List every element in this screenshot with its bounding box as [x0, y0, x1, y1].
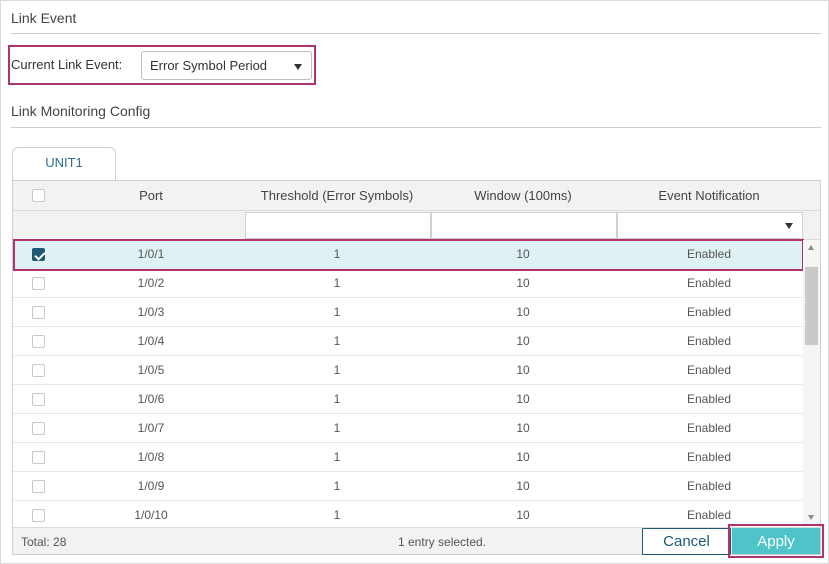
column-header-port[interactable]: Port	[69, 188, 233, 203]
current-link-event-label: Current Link Event:	[11, 57, 123, 72]
select-all-checkbox[interactable]	[32, 189, 45, 202]
event-notification-filter-select[interactable]	[617, 212, 803, 239]
table-header: Port Threshold (Error Symbols) Window (1…	[13, 181, 820, 211]
threshold-cell: 1	[333, 392, 341, 406]
event-notification-cell: Enabled	[686, 305, 732, 319]
window-cell: 10	[516, 363, 530, 377]
row-checkbox[interactable]	[32, 509, 45, 522]
row-checkbox[interactable]	[32, 451, 45, 464]
tab-unit1[interactable]: UNIT1	[12, 147, 116, 181]
row-checkbox[interactable]	[32, 422, 45, 435]
threshold-cell: 1	[333, 305, 341, 319]
current-link-event-select[interactable]: Error Symbol Period	[141, 51, 312, 80]
threshold-cell: 1	[333, 363, 341, 377]
port-cell: 1/0/10	[134, 508, 168, 522]
row-checkbox[interactable]	[32, 480, 45, 493]
total-count: Total: 28	[21, 535, 67, 549]
window-cell: 10	[516, 334, 530, 348]
event-notification-cell: Enabled	[686, 276, 732, 290]
port-cell: 1/0/8	[137, 450, 165, 464]
table-scrollbar[interactable]	[803, 240, 820, 525]
window-cell: 10	[516, 392, 530, 406]
event-notification-cell: Enabled	[686, 508, 732, 522]
window-cell: 10	[516, 479, 530, 493]
table-row[interactable]: 1/0/5 1 10 Enabled	[13, 356, 803, 385]
event-notification-cell: Enabled	[686, 247, 732, 261]
event-notification-cell: Enabled	[686, 363, 732, 377]
divider	[11, 127, 821, 128]
threshold-cell: 1	[333, 479, 341, 493]
threshold-cell: 1	[333, 276, 341, 290]
row-checkbox[interactable]	[32, 364, 45, 377]
event-notification-cell: Enabled	[686, 479, 732, 493]
table-row[interactable]: 1/0/4 1 10 Enabled	[13, 327, 803, 356]
threshold-cell: 1	[333, 334, 341, 348]
port-cell: 1/0/3	[137, 305, 165, 319]
dropdown-caret-icon	[785, 223, 793, 229]
window-cell: 10	[516, 305, 530, 319]
filter-row	[13, 211, 820, 240]
table-row[interactable]: 1/0/7 1 10 Enabled	[13, 414, 803, 443]
row-checkbox[interactable]	[32, 335, 45, 348]
link-monitoring-title: Link Monitoring Config	[11, 103, 151, 119]
row-checkbox[interactable]	[32, 248, 45, 261]
event-notification-cell: Enabled	[686, 392, 732, 406]
window-filter-input[interactable]	[431, 212, 617, 239]
scroll-up-arrow-icon[interactable]	[808, 245, 814, 250]
table-row[interactable]: 1/0/10 1 10 Enabled	[13, 501, 803, 530]
table-row[interactable]: 1/0/8 1 10 Enabled	[13, 443, 803, 472]
column-header-threshold[interactable]: Threshold (Error Symbols)	[245, 188, 429, 203]
window-cell: 10	[516, 276, 530, 290]
port-cell: 1/0/1	[137, 247, 165, 261]
row-checkbox[interactable]	[32, 277, 45, 290]
port-cell: 1/0/2	[137, 276, 165, 290]
threshold-cell: 1	[333, 450, 341, 464]
port-cell: 1/0/9	[137, 479, 165, 493]
table-row[interactable]: 1/0/6 1 10 Enabled	[13, 385, 803, 414]
event-notification-cell: Enabled	[686, 334, 732, 348]
table-row[interactable]: 1/0/2 1 10 Enabled	[13, 269, 803, 298]
threshold-cell: 1	[333, 508, 341, 522]
scrollbar-thumb[interactable]	[805, 267, 818, 345]
port-cell: 1/0/7	[137, 421, 165, 435]
table-row[interactable]: 1/0/3 1 10 Enabled	[13, 298, 803, 327]
cancel-button[interactable]: Cancel	[642, 528, 731, 555]
apply-button[interactable]: Apply	[732, 528, 820, 554]
port-cell: 1/0/4	[137, 334, 165, 348]
scroll-down-arrow-icon[interactable]	[808, 515, 814, 520]
current-link-event-value: Error Symbol Period	[150, 58, 268, 73]
selection-status: 1 entry selected.	[398, 535, 487, 549]
window-cell: 10	[516, 421, 530, 435]
port-cell: 1/0/6	[137, 392, 165, 406]
row-checkbox[interactable]	[32, 306, 45, 319]
threshold-cell: 1	[333, 247, 341, 261]
page-frame: Link Event Current Link Event: Error Sym…	[0, 0, 829, 564]
column-header-event-notification[interactable]: Event Notification	[617, 188, 801, 203]
window-cell: 10	[516, 247, 530, 261]
table-row[interactable]: 1/0/9 1 10 Enabled	[13, 472, 803, 501]
port-cell: 1/0/5	[137, 363, 165, 377]
window-cell: 10	[516, 450, 530, 464]
link-event-title: Link Event	[11, 10, 77, 26]
divider	[11, 33, 821, 34]
window-cell: 10	[516, 508, 530, 522]
table-row[interactable]: 1/0/1 1 10 Enabled	[13, 240, 803, 269]
event-notification-cell: Enabled	[686, 421, 732, 435]
column-header-window[interactable]: Window (100ms)	[431, 188, 615, 203]
dropdown-caret-icon	[294, 64, 302, 70]
threshold-cell: 1	[333, 421, 341, 435]
row-checkbox[interactable]	[32, 393, 45, 406]
event-notification-cell: Enabled	[686, 450, 732, 464]
link-monitoring-table: Port Threshold (Error Symbols) Window (1…	[12, 180, 821, 555]
threshold-filter-input[interactable]	[245, 212, 431, 239]
